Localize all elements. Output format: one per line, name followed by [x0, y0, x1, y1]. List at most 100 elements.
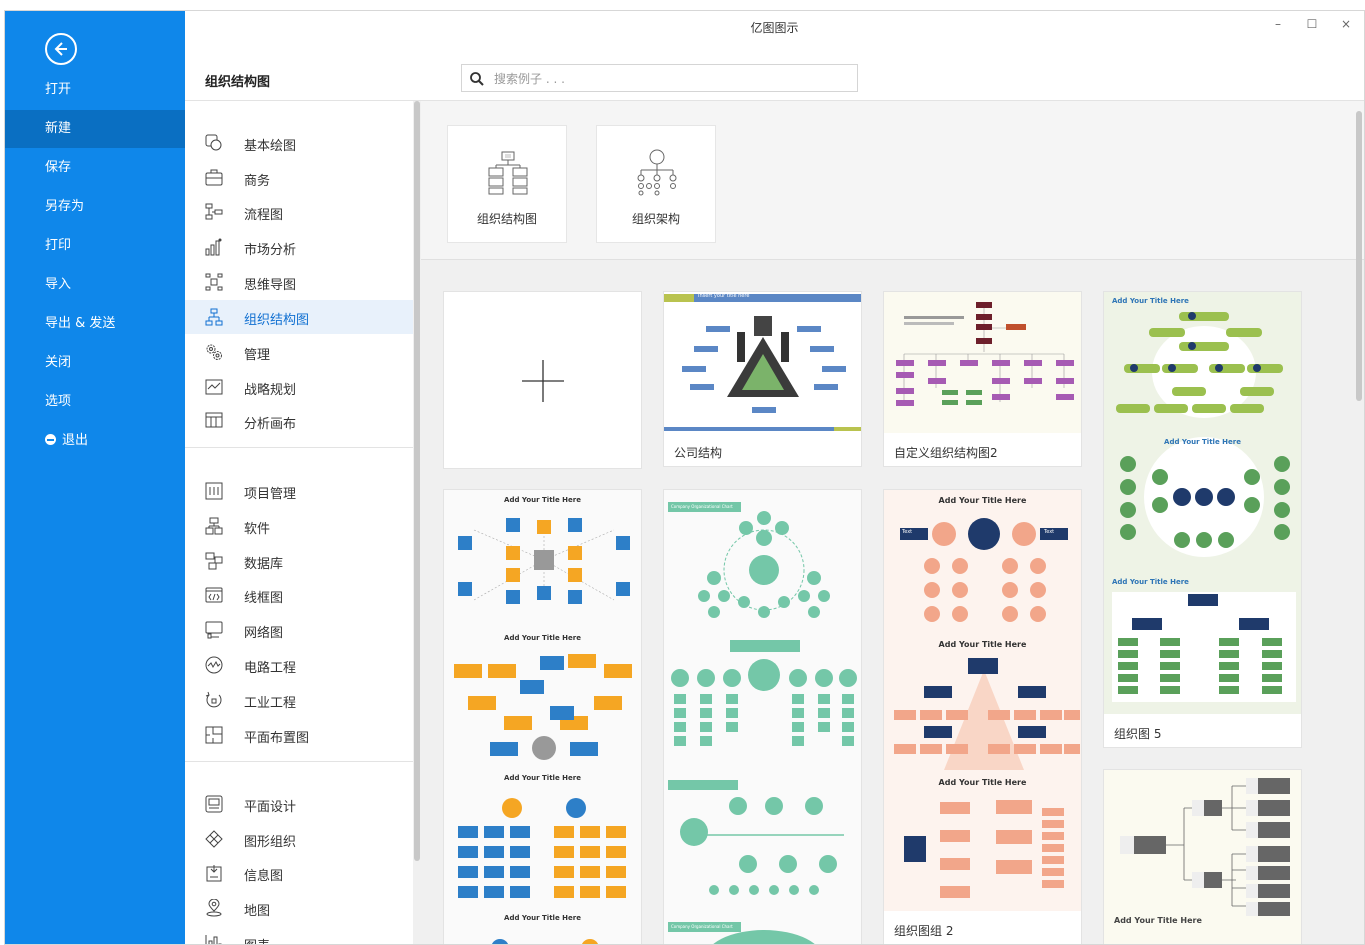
preview-banner: Company Organizational Chart [668, 922, 741, 932]
category-basic-drawing[interactable]: 基本绘图 [185, 126, 413, 160]
gears-icon [206, 344, 222, 360]
maximize-button[interactable]: ☐ [1302, 17, 1322, 31]
template-gray-tree-org[interactable]: Add Your Title Here [1103, 769, 1302, 944]
menu-save[interactable]: 保存 [5, 149, 185, 187]
chart-icon [205, 935, 222, 944]
minimize-button[interactable]: – [1268, 17, 1288, 31]
custom-org-preview [896, 302, 1074, 406]
category-network[interactable]: 网络图 [185, 613, 413, 647]
template-label: 组织图组 2 [894, 924, 954, 938]
category-strategy[interactable]: 战略规划 [185, 370, 413, 404]
bar-chart-icon [205, 238, 222, 256]
preview-title: Add Your Title Here [938, 496, 1027, 505]
teal-org-preview [668, 511, 857, 944]
category-software[interactable]: 软件 [185, 509, 413, 543]
category-database[interactable]: 数据库 [185, 544, 413, 578]
network-icon [205, 621, 223, 639]
category-label: 基本绘图 [244, 139, 297, 154]
category-business[interactable]: 商务 [185, 161, 413, 195]
category-chart[interactable]: 图表 [185, 926, 413, 944]
subtype-org-structure[interactable]: 组织架构 [596, 125, 716, 243]
category-label: 工业工程 [244, 696, 297, 711]
blue-orange-preview [454, 518, 632, 944]
category-circuit[interactable]: 电路工程 [185, 648, 413, 682]
menu-exit[interactable]: 退出 [5, 422, 185, 460]
category-label: 网络图 [244, 626, 284, 641]
menu-export-send[interactable]: 导出 & 发送 [5, 305, 185, 343]
infographic-icon [206, 865, 222, 882]
category-scrollbar[interactable] [413, 101, 421, 944]
category-label: 平面设计 [244, 800, 297, 815]
category-mindmap[interactable]: 思维导图 [185, 265, 413, 299]
software-icon [205, 517, 223, 535]
subtype-org-chart[interactable]: 组织结构图 [447, 125, 567, 243]
search-input[interactable] [492, 68, 846, 90]
category-label: 图形组织 [244, 835, 297, 850]
template-company-structure[interactable]: Insert your title here 公司结构 [663, 291, 862, 467]
menu-options[interactable]: 选项 [5, 383, 185, 421]
category-industrial[interactable]: 工业工程 [185, 683, 413, 717]
scrollbar-thumb[interactable] [414, 101, 420, 861]
app-title: 亿图图示 [750, 21, 799, 35]
category-analysis-canvas[interactable]: 分析画布 [185, 404, 413, 438]
subtype-strip: 组织结构图 组织架构 [421, 101, 1364, 260]
category-market-analysis[interactable]: 市场分析 [185, 230, 413, 264]
strategy-icon [205, 379, 223, 395]
template-org-chart-5[interactable]: Add Your Title Here Add Your Title Here … [1103, 291, 1302, 748]
template-custom-org-chart-2[interactable]: 自定义组织结构图2 [883, 291, 1082, 467]
preview-title: Add Your Title Here [504, 634, 581, 642]
menu-open[interactable]: 打开 [5, 71, 185, 109]
category-label: 电路工程 [244, 661, 297, 676]
gallery-scrollbar-thumb[interactable] [1356, 111, 1362, 401]
category-graphic-design[interactable]: 平面设计 [185, 787, 413, 821]
close-button[interactable]: × [1336, 17, 1356, 31]
category-map[interactable]: 地图 [185, 891, 413, 925]
category-management[interactable]: 管理 [185, 335, 413, 369]
category-project-management[interactable]: 项目管理 [185, 474, 413, 508]
menu-save-as[interactable]: 另存为 [5, 188, 185, 226]
flowchart-icon [205, 203, 223, 220]
menu-print[interactable]: 打印 [5, 227, 185, 265]
search-box[interactable] [461, 64, 858, 92]
industrial-icon [205, 691, 222, 708]
floorplan-icon [205, 726, 223, 744]
graphic-design-icon [205, 795, 223, 813]
back-arrow-icon[interactable] [45, 33, 77, 65]
category-label: 流程图 [244, 208, 284, 223]
page-title: 组织结构图 [205, 75, 271, 90]
preview-node-text: Text [902, 529, 913, 535]
category-label: 信息图 [244, 869, 284, 884]
map-pin-icon [206, 899, 222, 917]
org-group-2-preview [894, 518, 1080, 898]
template-blue-orange-org[interactable]: Add Your Title Here Add Your Title Here … [443, 489, 642, 944]
category-label: 线框图 [244, 591, 284, 606]
category-graphic-organizer[interactable]: 图形组织 [185, 822, 413, 856]
menu-new[interactable]: 新建 [5, 110, 185, 148]
menu-import[interactable]: 导入 [5, 266, 185, 304]
preview-banner: Insert your title here [698, 293, 750, 299]
category-divider [185, 447, 413, 448]
preview-title: Add Your Title Here [938, 640, 1027, 649]
category-infographic[interactable]: 信息图 [185, 856, 413, 890]
new-blank-template[interactable] [443, 291, 642, 469]
menu-exit-label: 退出 [62, 433, 89, 448]
category-floor-plan[interactable]: 平面布置图 [185, 718, 413, 752]
category-org-chart[interactable]: 组织结构图 [185, 300, 413, 334]
category-label: 软件 [244, 522, 271, 537]
preview-title: Add Your Title Here [1164, 438, 1241, 446]
category-label: 数据库 [244, 557, 284, 572]
preview-title: Add Your Title Here [504, 496, 581, 504]
category-wireframe[interactable]: 线框图 [185, 578, 413, 612]
menu-close[interactable]: 关闭 [5, 344, 185, 382]
template-preview: Add Your Title Here Add Your Title Here … [1104, 292, 1301, 714]
preview-banner: Company Organizational Chart [668, 502, 741, 512]
template-org-group-2[interactable]: Add Your Title Here Add Your Title Here … [883, 489, 1082, 944]
category-divider [185, 761, 413, 762]
template-teal-company-org[interactable]: Company Organizational Chart Company Org… [663, 489, 862, 944]
category-label: 平面布置图 [244, 731, 310, 746]
template-preview: Company Organizational Chart Company Org… [664, 490, 861, 944]
category-flowchart[interactable]: 流程图 [185, 195, 413, 229]
org-chart-template-icon [488, 151, 528, 195]
wireframe-icon [205, 587, 223, 603]
category-label: 商务 [244, 174, 271, 189]
